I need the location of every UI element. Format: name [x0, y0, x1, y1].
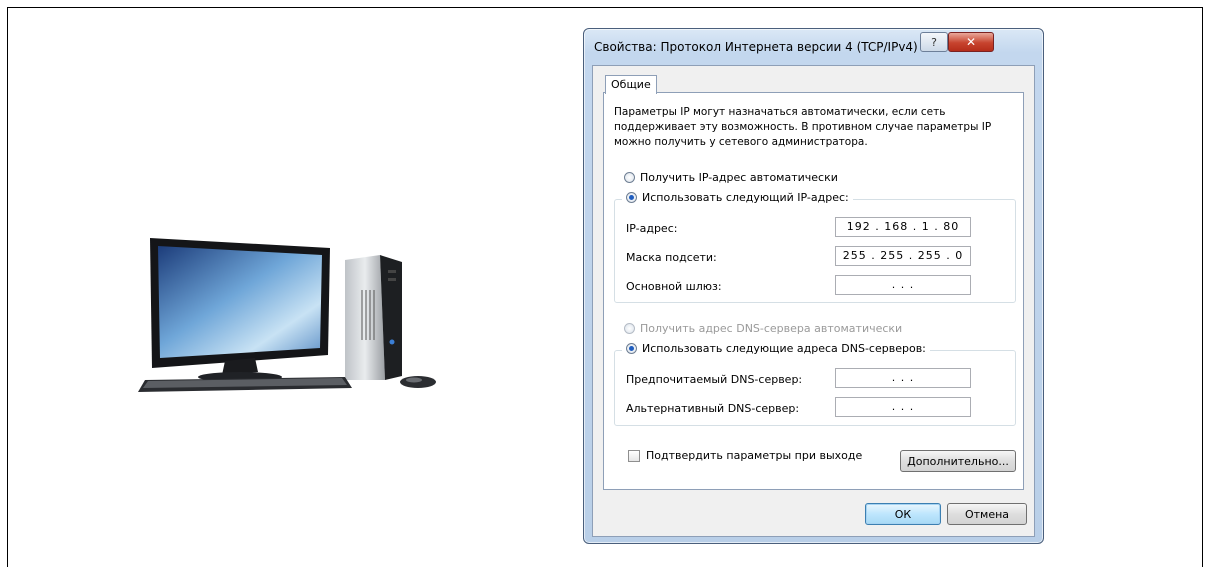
- validate-option[interactable]: Подтвердить параметры при выходе: [628, 449, 862, 462]
- ip-address-label: IP-адрес:: [626, 222, 678, 235]
- gateway-label: Основной шлюз:: [626, 280, 722, 293]
- dialog-title: Свойства: Протокол Интернета версии 4 (T…: [594, 40, 918, 54]
- dns-alternate-input[interactable]: . . .: [835, 397, 971, 417]
- dns-manual-radio[interactable]: [626, 343, 637, 354]
- general-tab-panel: Параметры IP могут назначаться автоматич…: [603, 92, 1024, 490]
- cancel-button[interactable]: Отмена: [947, 503, 1027, 525]
- ip-manual-option[interactable]: Использовать следующий IP-адрес:: [622, 191, 853, 204]
- gateway-input[interactable]: . . .: [835, 275, 971, 295]
- ip-auto-option[interactable]: Получить IP-адрес автоматически: [624, 171, 838, 184]
- advanced-button[interactable]: Дополнительно...: [900, 450, 1016, 472]
- tab-general[interactable]: Общие: [605, 75, 657, 94]
- ip-auto-label: Получить IP-адрес автоматически: [640, 171, 838, 184]
- ip-manual-label: Использовать следующий IP-адрес:: [642, 191, 849, 204]
- subnet-mask-input[interactable]: 255 . 255 . 255 . 0: [835, 246, 971, 266]
- dns-auto-radio[interactable]: [624, 323, 635, 334]
- dns-preferred-input[interactable]: . . .: [835, 368, 971, 388]
- tcpip-properties-dialog: Свойства: Протокол Интернета версии 4 (T…: [583, 28, 1044, 544]
- ip-auto-radio[interactable]: [624, 172, 635, 183]
- dns-alternate-label: Альтернативный DNS-сервер:: [626, 402, 800, 415]
- close-button[interactable]: ✕: [948, 32, 994, 52]
- ip-manual-radio[interactable]: [626, 192, 637, 203]
- dns-auto-option[interactable]: Получить адрес DNS-сервера автоматически: [624, 322, 902, 335]
- validate-label: Подтвердить параметры при выходе: [646, 449, 863, 462]
- validate-checkbox[interactable]: [628, 449, 640, 462]
- dialog-client: Общие Параметры IP могут назначаться авт…: [592, 65, 1035, 537]
- desktop-computer-icon: [138, 238, 436, 392]
- dns-manual-option[interactable]: Использовать следующие адреса DNS-сервер…: [622, 342, 930, 355]
- description-text: Параметры IP могут назначаться автоматич…: [614, 106, 992, 148]
- dns-preferred-label: Предпочитаемый DNS-сервер:: [626, 373, 803, 386]
- dns-auto-label: Получить адрес DNS-сервера автоматически: [640, 322, 903, 335]
- help-button[interactable]: ?: [920, 32, 948, 52]
- subnet-mask-label: Маска подсети:: [626, 251, 717, 264]
- title-bar: Свойства: Протокол Интернета версии 4 (T…: [584, 29, 1043, 59]
- ok-button[interactable]: ОК: [865, 503, 941, 525]
- dns-manual-label: Использовать следующие адреса DNS-сервер…: [642, 342, 926, 355]
- ip-address-input[interactable]: 192 . 168 . 1 . 80: [835, 217, 971, 237]
